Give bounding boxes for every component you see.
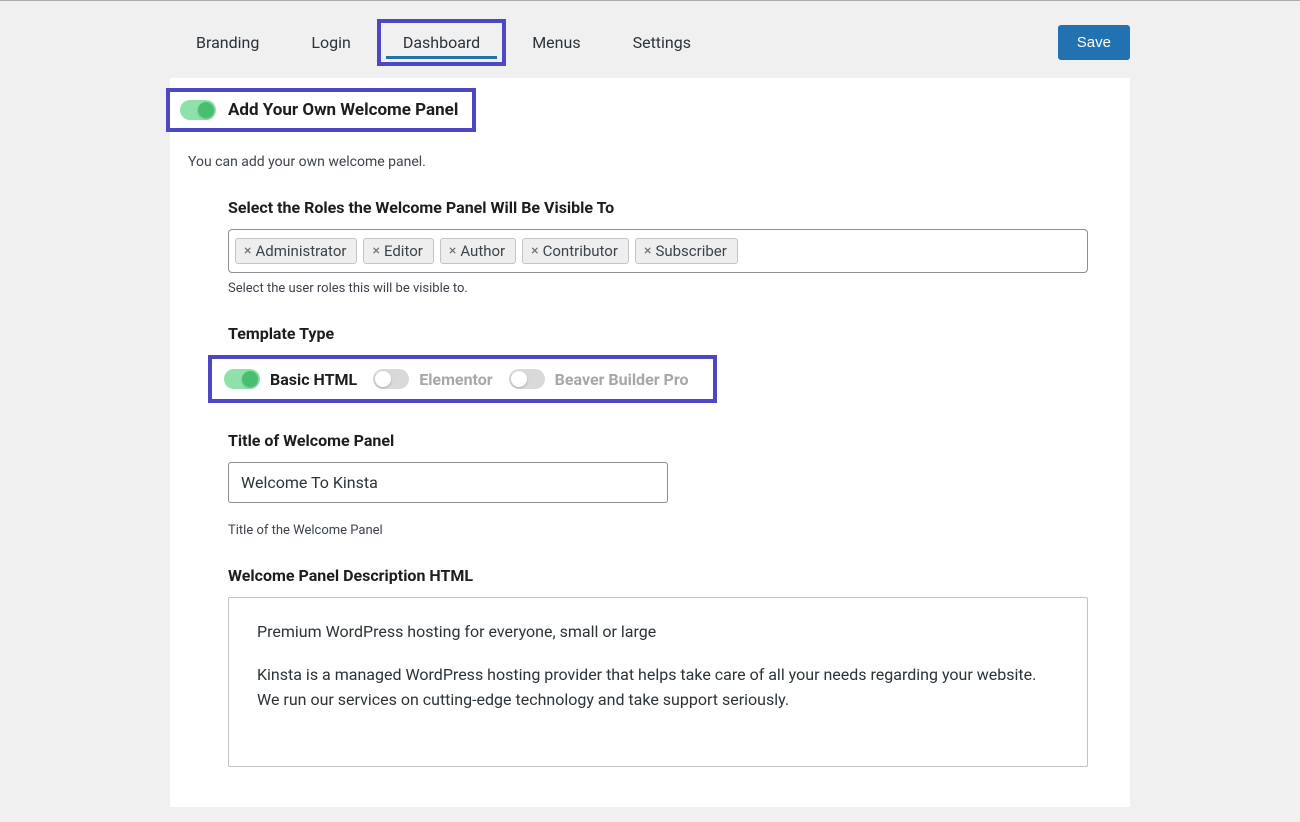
role-tag-subscriber[interactable]: ×Subscriber	[635, 238, 738, 264]
template-options: Basic HTML Elementor Beaver Builder Pro	[208, 355, 717, 403]
welcome-description-editor[interactable]: Premium WordPress hosting for everyone, …	[228, 597, 1088, 767]
tab-login[interactable]: Login	[285, 19, 376, 66]
role-tag-author[interactable]: ×Author	[440, 238, 516, 264]
role-tag-label: Contributor	[543, 242, 618, 260]
tab-menus[interactable]: Menus	[506, 19, 606, 66]
welcome-panel-toggle-label: Add Your Own Welcome Panel	[228, 100, 458, 120]
role-tag-contributor[interactable]: × Contributor	[522, 238, 629, 264]
template-elementor-toggle[interactable]	[373, 369, 409, 389]
welcome-panel-toggle-group: Add Your Own Welcome Panel	[166, 88, 476, 132]
title-help: Title of the Welcome Panel	[228, 523, 1088, 538]
welcome-title-input[interactable]	[228, 462, 668, 503]
tab-list: Branding Login Dashboard Menus Settings	[170, 19, 717, 66]
remove-icon[interactable]: ×	[372, 243, 379, 259]
template-beaver-toggle[interactable]	[509, 369, 545, 389]
template-basic-toggle[interactable]	[224, 369, 260, 389]
remove-icon[interactable]: ×	[531, 243, 538, 259]
role-tag-label: Subscriber	[655, 242, 726, 260]
description-label: Welcome Panel Description HTML	[228, 566, 1088, 585]
role-tag-label: Author	[460, 242, 505, 260]
remove-icon[interactable]: ×	[449, 243, 456, 259]
role-tag-editor[interactable]: × Editor	[363, 238, 433, 264]
roles-input[interactable]: ×Administrator ×Editor ×Author ×Contribu…	[228, 229, 1088, 273]
title-section: Title of Welcome Panel Title of the Welc…	[170, 403, 1130, 538]
description-paragraph: Premium WordPress hosting for everyone, …	[257, 620, 1059, 645]
tabs-row: Branding Login Dashboard Menus Settings …	[0, 1, 1300, 66]
description-paragraph: Kinsta is a managed WordPress hosting pr…	[257, 663, 1059, 713]
role-tag-administrator[interactable]: ×Administrator	[235, 238, 357, 264]
role-tag-label: Editor	[384, 242, 423, 260]
template-label: Template Type	[228, 324, 1088, 343]
settings-panel: Add Your Own Welcome Panel You can add y…	[170, 78, 1130, 807]
tab-branding[interactable]: Branding	[170, 19, 285, 66]
template-basic-label: Basic HTML	[270, 370, 357, 389]
roles-label: Select the Roles the Welcome Panel Will …	[228, 198, 1088, 217]
template-section: Template Type Basic HTML Elementor Beave…	[170, 296, 1130, 403]
welcome-panel-description: You can add your own welcome panel.	[170, 132, 1130, 170]
description-section: Welcome Panel Description HTML Premium W…	[170, 538, 1130, 767]
template-elementor-label: Elementor	[419, 370, 492, 389]
template-beaver-label: Beaver Builder Pro	[555, 370, 689, 389]
title-label: Title of Welcome Panel	[228, 431, 1088, 450]
tab-settings[interactable]: Settings	[607, 19, 717, 66]
tab-dashboard[interactable]: Dashboard	[377, 19, 506, 66]
remove-icon[interactable]: ×	[244, 243, 251, 259]
roles-section: Select the Roles the Welcome Panel Will …	[170, 170, 1130, 296]
remove-icon[interactable]: ×	[644, 243, 651, 259]
save-button[interactable]: Save	[1058, 25, 1130, 60]
role-tag-label: Administrator	[255, 242, 346, 260]
roles-help: Select the user roles this will be visib…	[228, 281, 1088, 296]
welcome-panel-toggle[interactable]	[180, 100, 216, 120]
